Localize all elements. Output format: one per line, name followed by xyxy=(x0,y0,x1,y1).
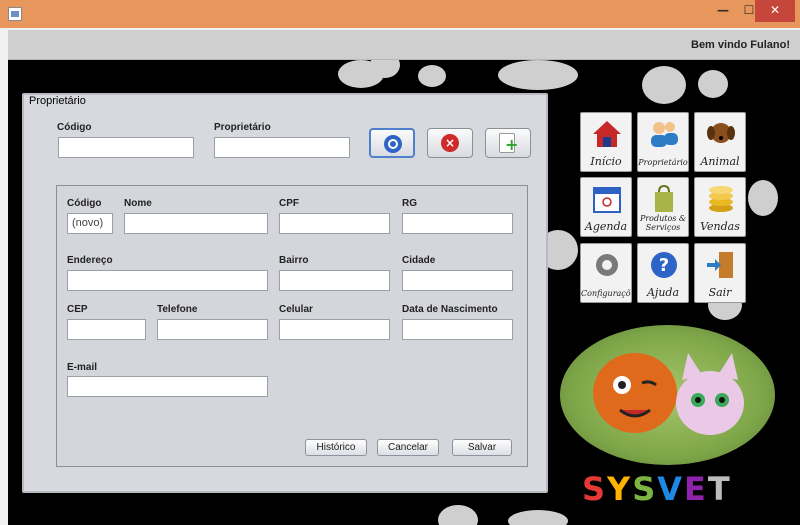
calendar-icon xyxy=(593,187,621,213)
email-input[interactable] xyxy=(67,376,268,397)
historico-button[interactable]: Histórico xyxy=(305,439,367,456)
search-codigo-label: Código xyxy=(57,122,92,133)
coins-icon xyxy=(709,186,733,212)
nome-input[interactable] xyxy=(124,213,268,234)
delete-icon: × xyxy=(441,134,459,152)
sysvet-logo: SYSVET xyxy=(560,325,775,515)
paw-decoration xyxy=(498,60,578,90)
gear-icon xyxy=(596,254,618,276)
cidade-label: Cidade xyxy=(402,255,436,266)
paw-decoration xyxy=(698,70,728,98)
logo-letter: S xyxy=(632,470,658,508)
email-label: E-mail xyxy=(67,362,98,373)
menu-produtos[interactable]: Produtos & Serviços xyxy=(637,177,689,237)
app-icon xyxy=(8,7,22,21)
mascot-dog-cat-icon xyxy=(593,353,744,435)
menu-animal[interactable]: Animal xyxy=(694,112,746,172)
menu-proprietario-label: Proprietário xyxy=(638,158,688,167)
new-document-icon xyxy=(499,133,518,153)
bairro-input[interactable] xyxy=(279,270,390,291)
cancelar-button[interactable]: Cancelar xyxy=(377,439,439,456)
search-codigo-input[interactable] xyxy=(58,137,194,158)
cidade-input[interactable] xyxy=(402,270,513,291)
telefone-label: Telefone xyxy=(157,304,198,315)
paw-decoration xyxy=(418,65,446,87)
menu-ajuda-label: Ajuda xyxy=(646,286,680,299)
owner-form-window: Proprietário Código Proprietário × Códig… xyxy=(22,93,548,493)
menu-agenda[interactable]: Agenda xyxy=(580,177,632,237)
menu-sair-label: Sair xyxy=(708,286,732,299)
menu-inicio-label: Início xyxy=(590,155,622,168)
welcome-bar: Bem vindo Fulano! xyxy=(8,30,800,60)
search-icon xyxy=(384,135,402,153)
nome-label: Nome xyxy=(124,198,152,209)
people-icon xyxy=(651,122,678,147)
dog-icon xyxy=(707,123,735,143)
paw-decoration xyxy=(748,180,778,216)
menu-animal-label: Animal xyxy=(700,155,740,168)
svg-text:?: ? xyxy=(659,255,669,276)
exit-door-icon xyxy=(707,252,733,278)
owner-details-panel: Código (novo) Nome CPF RG Endereço Bairr… xyxy=(56,185,528,467)
menu-sair[interactable]: Sair xyxy=(694,243,746,303)
endereco-input[interactable] xyxy=(67,270,268,291)
logo-letter: V xyxy=(657,470,685,508)
nascimento-label: Data de Nascimento xyxy=(402,304,498,315)
rg-input[interactable] xyxy=(402,213,513,234)
close-button[interactable]: ✕ xyxy=(755,0,795,22)
cpf-label: CPF xyxy=(279,198,299,209)
menu-configuracoes[interactable]: Configurações xyxy=(580,243,632,303)
sysvet-wordmark: SYSVET xyxy=(582,470,732,508)
logo-letter: Y xyxy=(607,470,633,508)
logo-letter: S xyxy=(582,470,608,508)
menu-proprietario[interactable]: Proprietário xyxy=(637,112,689,172)
form-title: Proprietário xyxy=(29,95,86,107)
search-proprietario-label: Proprietário xyxy=(214,122,271,133)
new-button[interactable] xyxy=(485,128,531,158)
cep-input[interactable] xyxy=(67,319,146,340)
salvar-button[interactable]: Salvar xyxy=(452,439,512,456)
menu-produtos-label: Produtos & Serviços xyxy=(639,214,687,232)
celular-label: Celular xyxy=(279,304,313,315)
menu-ajuda[interactable]: ? Ajuda xyxy=(637,243,689,303)
mascot-illustration xyxy=(560,325,775,465)
logo-letter: E xyxy=(684,470,708,508)
shopping-bag-icon xyxy=(655,184,673,212)
menu-vendas-label: Vendas xyxy=(700,220,740,233)
welcome-text: Bem vindo Fulano! xyxy=(691,39,790,51)
cep-label: CEP xyxy=(67,304,88,315)
cpf-input[interactable] xyxy=(279,213,390,234)
celular-input[interactable] xyxy=(279,319,390,340)
paw-decoration xyxy=(508,510,568,525)
bairro-label: Bairro xyxy=(279,255,309,266)
search-button[interactable] xyxy=(369,128,415,158)
codigo-label: Código xyxy=(67,198,102,209)
nascimento-input[interactable] xyxy=(402,319,513,340)
house-icon xyxy=(593,121,621,147)
search-proprietario-input[interactable] xyxy=(214,137,350,158)
window-titlebar: — ☐ ✕ xyxy=(0,0,800,28)
menu-inicio[interactable]: Início xyxy=(580,112,632,172)
paw-decoration xyxy=(438,505,478,525)
menu-agenda-label: Agenda xyxy=(584,220,628,233)
menu-vendas[interactable]: Vendas xyxy=(694,177,746,237)
endereco-label: Endereço xyxy=(67,255,113,266)
telefone-input[interactable] xyxy=(157,319,268,340)
rg-label: RG xyxy=(402,198,417,209)
codigo-field: (novo) xyxy=(67,213,113,234)
help-icon: ? xyxy=(651,252,677,278)
delete-button[interactable]: × xyxy=(427,128,473,158)
paw-decoration xyxy=(642,66,686,104)
menu-configuracoes-label: Configurações xyxy=(581,289,631,298)
minimize-button[interactable]: — xyxy=(710,0,736,22)
logo-letter: T xyxy=(707,470,732,508)
